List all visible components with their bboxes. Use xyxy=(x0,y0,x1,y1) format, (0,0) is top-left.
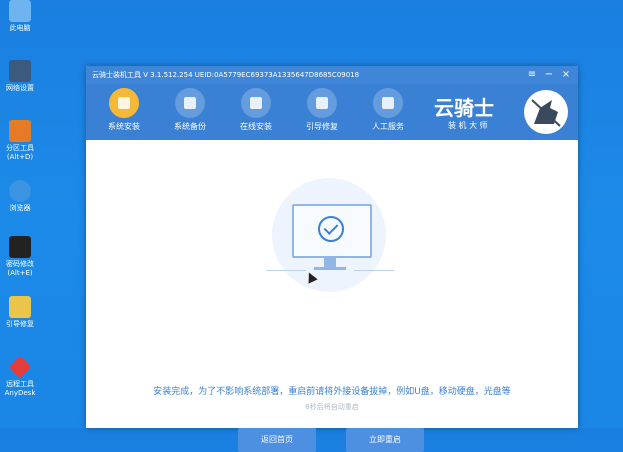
partition-tool-icon xyxy=(9,120,31,142)
desktop-icon-label: 此电脑 xyxy=(9,24,31,32)
main-toolbar: 系统安装 系统备份 在线安装 引导修复 人工服务 云骑士 装 机 大 师 xyxy=(86,84,578,140)
computer-icon xyxy=(9,0,31,22)
return-home-button[interactable]: 返回首页 xyxy=(238,428,316,452)
online-install-icon xyxy=(241,88,271,118)
brand-slogan: 装 机 大 师 xyxy=(448,121,488,130)
boot-repair-icon xyxy=(9,296,31,318)
minimize-button[interactable]: − xyxy=(541,66,557,84)
support-icon xyxy=(373,88,403,118)
monitor-icon xyxy=(292,204,372,258)
tab-online-install[interactable]: 在线安装 xyxy=(224,88,288,132)
tab-boot-repair[interactable]: 引导修复 xyxy=(290,88,354,132)
monitor-base xyxy=(314,267,346,270)
desktop-icon-label: 浏览器 xyxy=(9,204,31,212)
brand-name: 云骑士 xyxy=(434,96,494,120)
divider xyxy=(354,270,394,271)
desktop-icon-label: 网络设置 xyxy=(6,84,34,92)
divider xyxy=(266,270,306,271)
desktop-icon-label: 分区工具 (Alt+D) xyxy=(6,144,34,161)
tab-label: 在线安装 xyxy=(240,122,272,131)
browser-icon xyxy=(9,180,31,202)
tab-label: 系统备份 xyxy=(174,122,206,131)
installer-window: 云骑士装机工具 V 3.1.512.254 UEID:0A5779EC69373… xyxy=(86,66,578,452)
install-icon xyxy=(109,88,139,118)
anydesk-icon xyxy=(8,355,32,379)
desktop-icon-label: 密码修改 (Alt+E) xyxy=(6,260,34,277)
tab-system-backup[interactable]: 系统备份 xyxy=(158,88,222,132)
knight-logo-icon xyxy=(524,90,568,134)
password-tool-icon xyxy=(9,236,31,258)
restart-now-button[interactable]: 立即重启 xyxy=(346,428,424,452)
desktop-icon-label: 引导修复 xyxy=(6,320,34,328)
check-icon xyxy=(318,216,344,242)
desktop-icon-anydesk[interactable]: 远程工具 AnyDesk xyxy=(0,355,40,398)
desktop-icon-password[interactable]: 密码修改 (Alt+E) xyxy=(0,236,40,278)
close-button[interactable]: × xyxy=(558,66,574,84)
tab-label: 引导修复 xyxy=(306,122,338,131)
desktop-icon-label: 远程工具 AnyDesk xyxy=(4,380,36,397)
desktop-icon-boot-repair[interactable]: 引导修复 xyxy=(0,296,40,329)
tab-label: 人工服务 xyxy=(372,122,404,131)
tab-system-install[interactable]: 系统安装 xyxy=(92,88,156,132)
desktop-icon-browser[interactable]: 浏览器 xyxy=(0,180,40,213)
backup-icon xyxy=(175,88,205,118)
desktop-icon-partition[interactable]: 分区工具 (Alt+D) xyxy=(0,120,40,162)
tab-manual-service[interactable]: 人工服务 xyxy=(356,88,420,132)
main-content: 安装完成，为了不影响系统部署，重启前请将外接设备拔掉，例如U盘，移动硬盘，光盘等… xyxy=(86,140,578,452)
menu-icon[interactable]: ≡ xyxy=(524,66,540,84)
desktop-icon-network[interactable]: 网络设置 xyxy=(0,60,40,93)
title-bar[interactable]: 云骑士装机工具 V 3.1.512.254 UEID:0A5779EC69373… xyxy=(86,66,578,84)
window-title: 云骑士装机工具 V 3.1.512.254 UEID:0A5779EC69373… xyxy=(92,71,360,79)
brand-logo: 云骑士 装 机 大 师 xyxy=(430,88,570,138)
network-icon xyxy=(9,60,31,82)
tab-label: 系统安装 xyxy=(108,122,140,131)
desktop-icon-this-pc[interactable]: 此电脑 xyxy=(0,0,40,33)
countdown-text: 8秒后将自动重启 xyxy=(305,403,359,411)
completion-message: 安装完成，为了不影响系统部署，重启前请将外接设备拔掉，例如U盘，移动硬盘，光盘等 xyxy=(153,387,511,397)
boot-repair-icon xyxy=(307,88,337,118)
